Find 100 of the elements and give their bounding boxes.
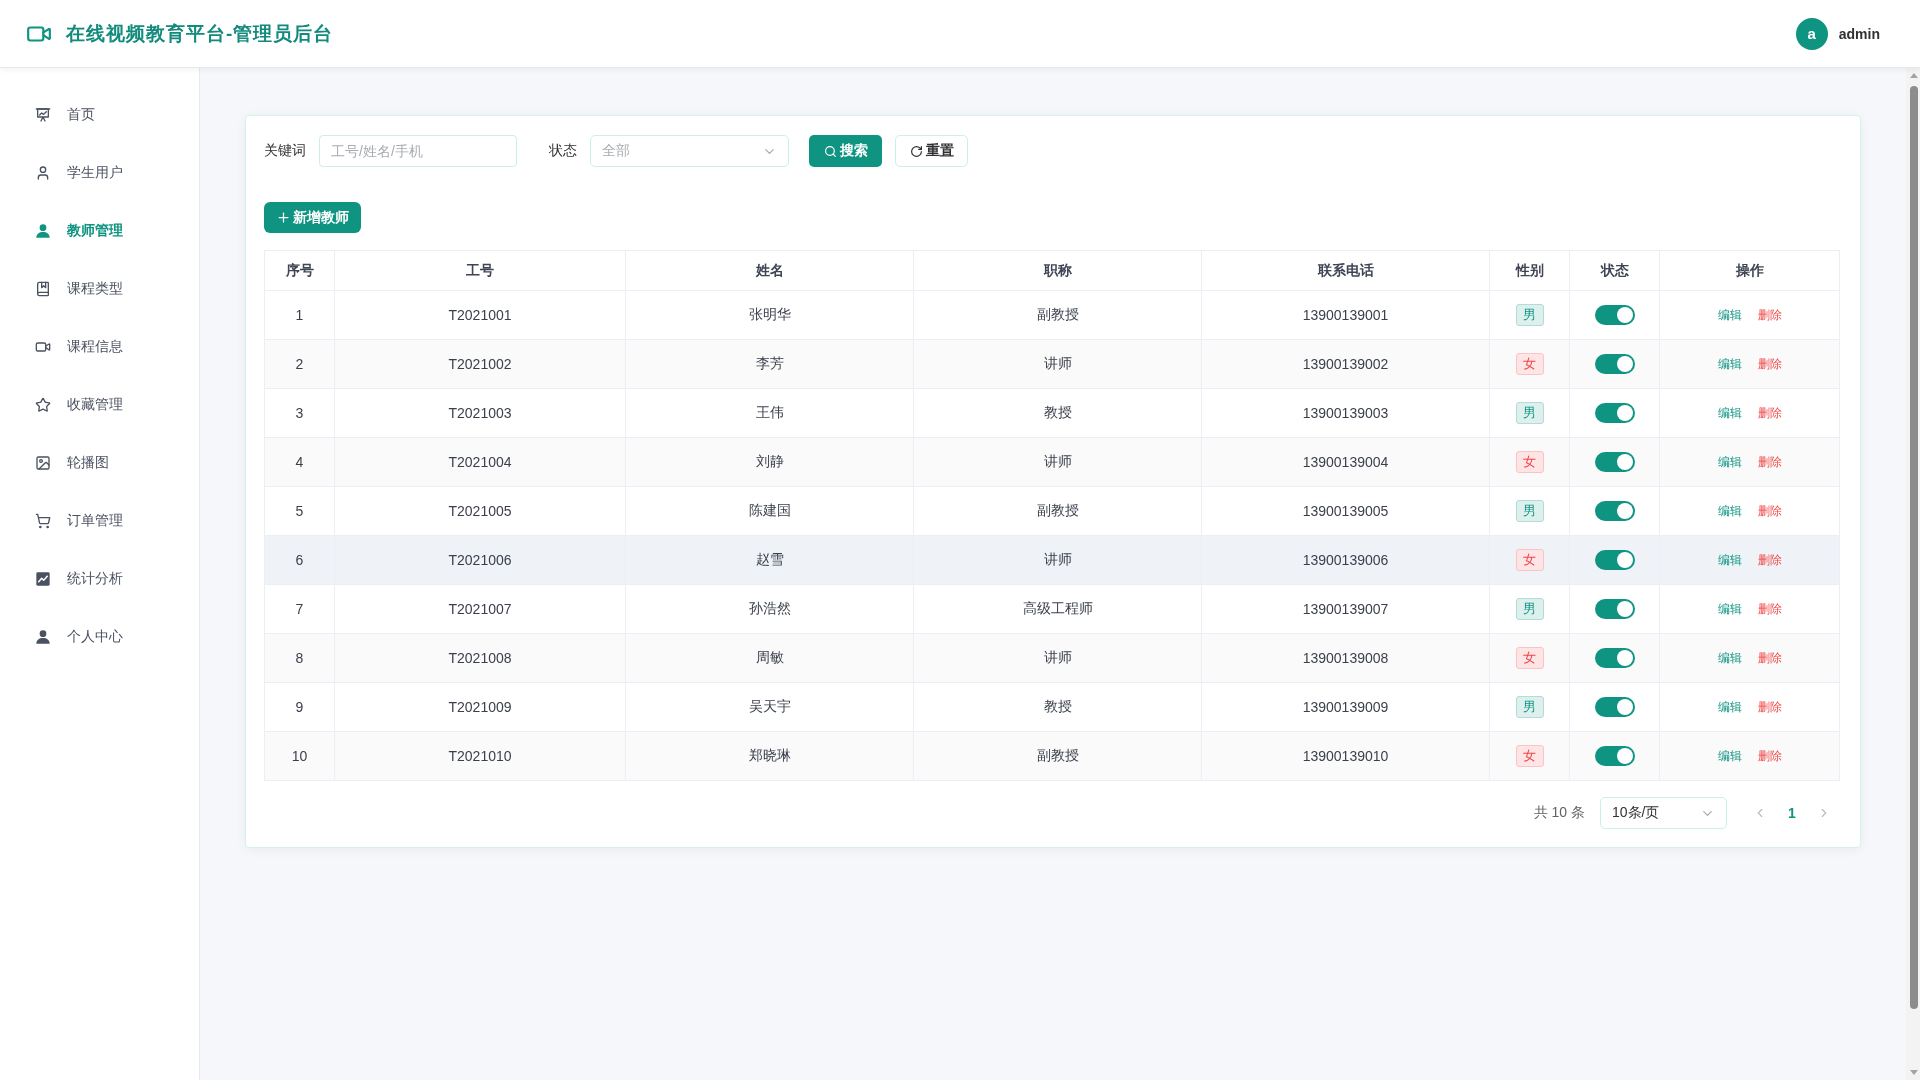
sidebar-item[interactable]: 课程信息 — [0, 318, 199, 376]
status-toggle[interactable] — [1594, 354, 1635, 374]
table-cell: 13900139009 — [1201, 682, 1490, 732]
table-cell: T2021008 — [334, 633, 626, 683]
user-icon — [35, 629, 51, 645]
sidebar-item[interactable]: 个人中心 — [0, 608, 199, 666]
edit-link[interactable]: 编辑 — [1717, 747, 1742, 765]
status-toggle[interactable] — [1594, 403, 1635, 423]
status-toggle[interactable] — [1594, 599, 1635, 619]
user-icon — [35, 165, 51, 181]
table-cell: 郑晓琳 — [625, 731, 914, 781]
table-cell: 副教授 — [913, 486, 1202, 536]
edit-link[interactable]: 编辑 — [1717, 649, 1742, 667]
table-cell: 13900139010 — [1201, 731, 1490, 781]
gender-tag: 女 — [1515, 353, 1544, 375]
table-cell: 高级工程师 — [913, 584, 1202, 634]
sidebar-item[interactable]: 首页 — [0, 86, 199, 144]
table-cell: 13900139008 — [1201, 633, 1490, 683]
table-cell: 赵雪 — [625, 535, 914, 585]
table-cell: 副教授 — [913, 290, 1202, 340]
table-cell: 13900139002 — [1201, 339, 1490, 389]
edit-link[interactable]: 编辑 — [1717, 551, 1742, 569]
table-cell: 吴天宇 — [625, 682, 914, 732]
delete-link[interactable]: 删除 — [1757, 698, 1782, 716]
delete-link[interactable]: 删除 — [1757, 355, 1782, 373]
gender-tag: 男 — [1515, 500, 1544, 522]
column-header: 姓名 — [625, 250, 914, 291]
sidebar-item[interactable]: 轮播图 — [0, 434, 199, 492]
table-cell: 王伟 — [625, 388, 914, 438]
reset-button[interactable]: 重置 — [895, 135, 968, 167]
delete-link[interactable]: 删除 — [1757, 551, 1782, 569]
edit-link[interactable]: 编辑 — [1717, 404, 1742, 422]
column-header: 职称 — [913, 250, 1202, 291]
page-number[interactable]: 1 — [1776, 797, 1808, 829]
table-cell: T2021006 — [334, 535, 626, 585]
table-cell: T2021007 — [334, 584, 626, 634]
user-avatar[interactable]: a — [1795, 17, 1828, 50]
edit-link[interactable]: 编辑 — [1717, 698, 1742, 716]
table-cell: 13900139005 — [1201, 486, 1490, 536]
table-cell: 教授 — [913, 682, 1202, 732]
table-cell: 刘静 — [625, 437, 914, 487]
sidebar-item[interactable]: 收藏管理 — [0, 376, 199, 434]
delete-link[interactable]: 删除 — [1757, 600, 1782, 618]
status-toggle[interactable] — [1594, 648, 1635, 668]
search-button[interactable]: 搜索 — [809, 135, 882, 167]
status-toggle[interactable] — [1594, 697, 1635, 717]
edit-link[interactable]: 编辑 — [1717, 502, 1742, 520]
page-size-select[interactable]: 10条/页 — [1600, 797, 1727, 829]
column-header: 工号 — [334, 250, 626, 291]
table-cell: T2021010 — [334, 731, 626, 781]
status-toggle[interactable] — [1594, 452, 1635, 472]
gender-tag: 女 — [1515, 451, 1544, 473]
sidebar-item[interactable]: 统计分析 — [0, 550, 199, 608]
table-cell: 13900139007 — [1201, 584, 1490, 634]
table-cell: 讲师 — [913, 633, 1202, 683]
table-cell: 13900139001 — [1201, 290, 1490, 340]
edit-link[interactable]: 编辑 — [1717, 453, 1742, 471]
gender-tag: 男 — [1515, 696, 1544, 718]
search-icon — [823, 144, 837, 158]
scrollbar-thumb[interactable] — [1909, 86, 1918, 1009]
table-cell: 1 — [264, 290, 335, 340]
sidebar-item[interactable]: 课程类型 — [0, 260, 199, 318]
gender-tag: 男 — [1515, 402, 1544, 424]
sidebar-item[interactable]: 教师管理 — [0, 202, 199, 260]
add-teacher-button[interactable]: 新增教师 — [264, 202, 361, 233]
plus-icon — [276, 210, 291, 225]
keyword-input[interactable]: 工号/姓名/手机 — [319, 135, 517, 167]
status-toggle[interactable] — [1594, 305, 1635, 325]
table-cell: 4 — [264, 437, 335, 487]
status-select[interactable]: 全部 — [590, 135, 789, 167]
table-cell: 13900139006 — [1201, 535, 1490, 585]
status-toggle[interactable] — [1594, 501, 1635, 521]
delete-link[interactable]: 删除 — [1757, 404, 1782, 422]
delete-link[interactable]: 删除 — [1757, 502, 1782, 520]
table-cell: 5 — [264, 486, 335, 536]
table-cell: 7 — [264, 584, 335, 634]
table-cell: T2021009 — [334, 682, 626, 732]
delete-link[interactable]: 删除 — [1757, 306, 1782, 324]
edit-link[interactable]: 编辑 — [1717, 600, 1742, 618]
delete-link[interactable]: 删除 — [1757, 747, 1782, 765]
table-cell: 陈建国 — [625, 486, 914, 536]
edit-link[interactable]: 编辑 — [1717, 355, 1742, 373]
table-cell: 副教授 — [913, 731, 1202, 781]
table-cell: 讲师 — [913, 535, 1202, 585]
user-icon — [35, 223, 51, 239]
status-toggle[interactable] — [1594, 746, 1635, 766]
gender-tag: 男 — [1515, 598, 1544, 620]
status-toggle[interactable] — [1594, 550, 1635, 570]
triangle-down-icon[interactable] — [1909, 1070, 1918, 1075]
edit-link[interactable]: 编辑 — [1717, 306, 1742, 324]
sidebar-item[interactable]: 订单管理 — [0, 492, 199, 550]
delete-link[interactable]: 删除 — [1757, 453, 1782, 471]
table-cell: T2021004 — [334, 437, 626, 487]
sidebar-item[interactable]: 学生用户 — [0, 144, 199, 202]
delete-link[interactable]: 删除 — [1757, 649, 1782, 667]
table-cell: 13900139004 — [1201, 437, 1490, 487]
chart-board-icon — [35, 107, 51, 123]
user-name[interactable]: admin — [1838, 25, 1880, 42]
total-count: 共 10 条 — [1533, 804, 1585, 822]
triangle-up-icon[interactable] — [1909, 73, 1918, 78]
